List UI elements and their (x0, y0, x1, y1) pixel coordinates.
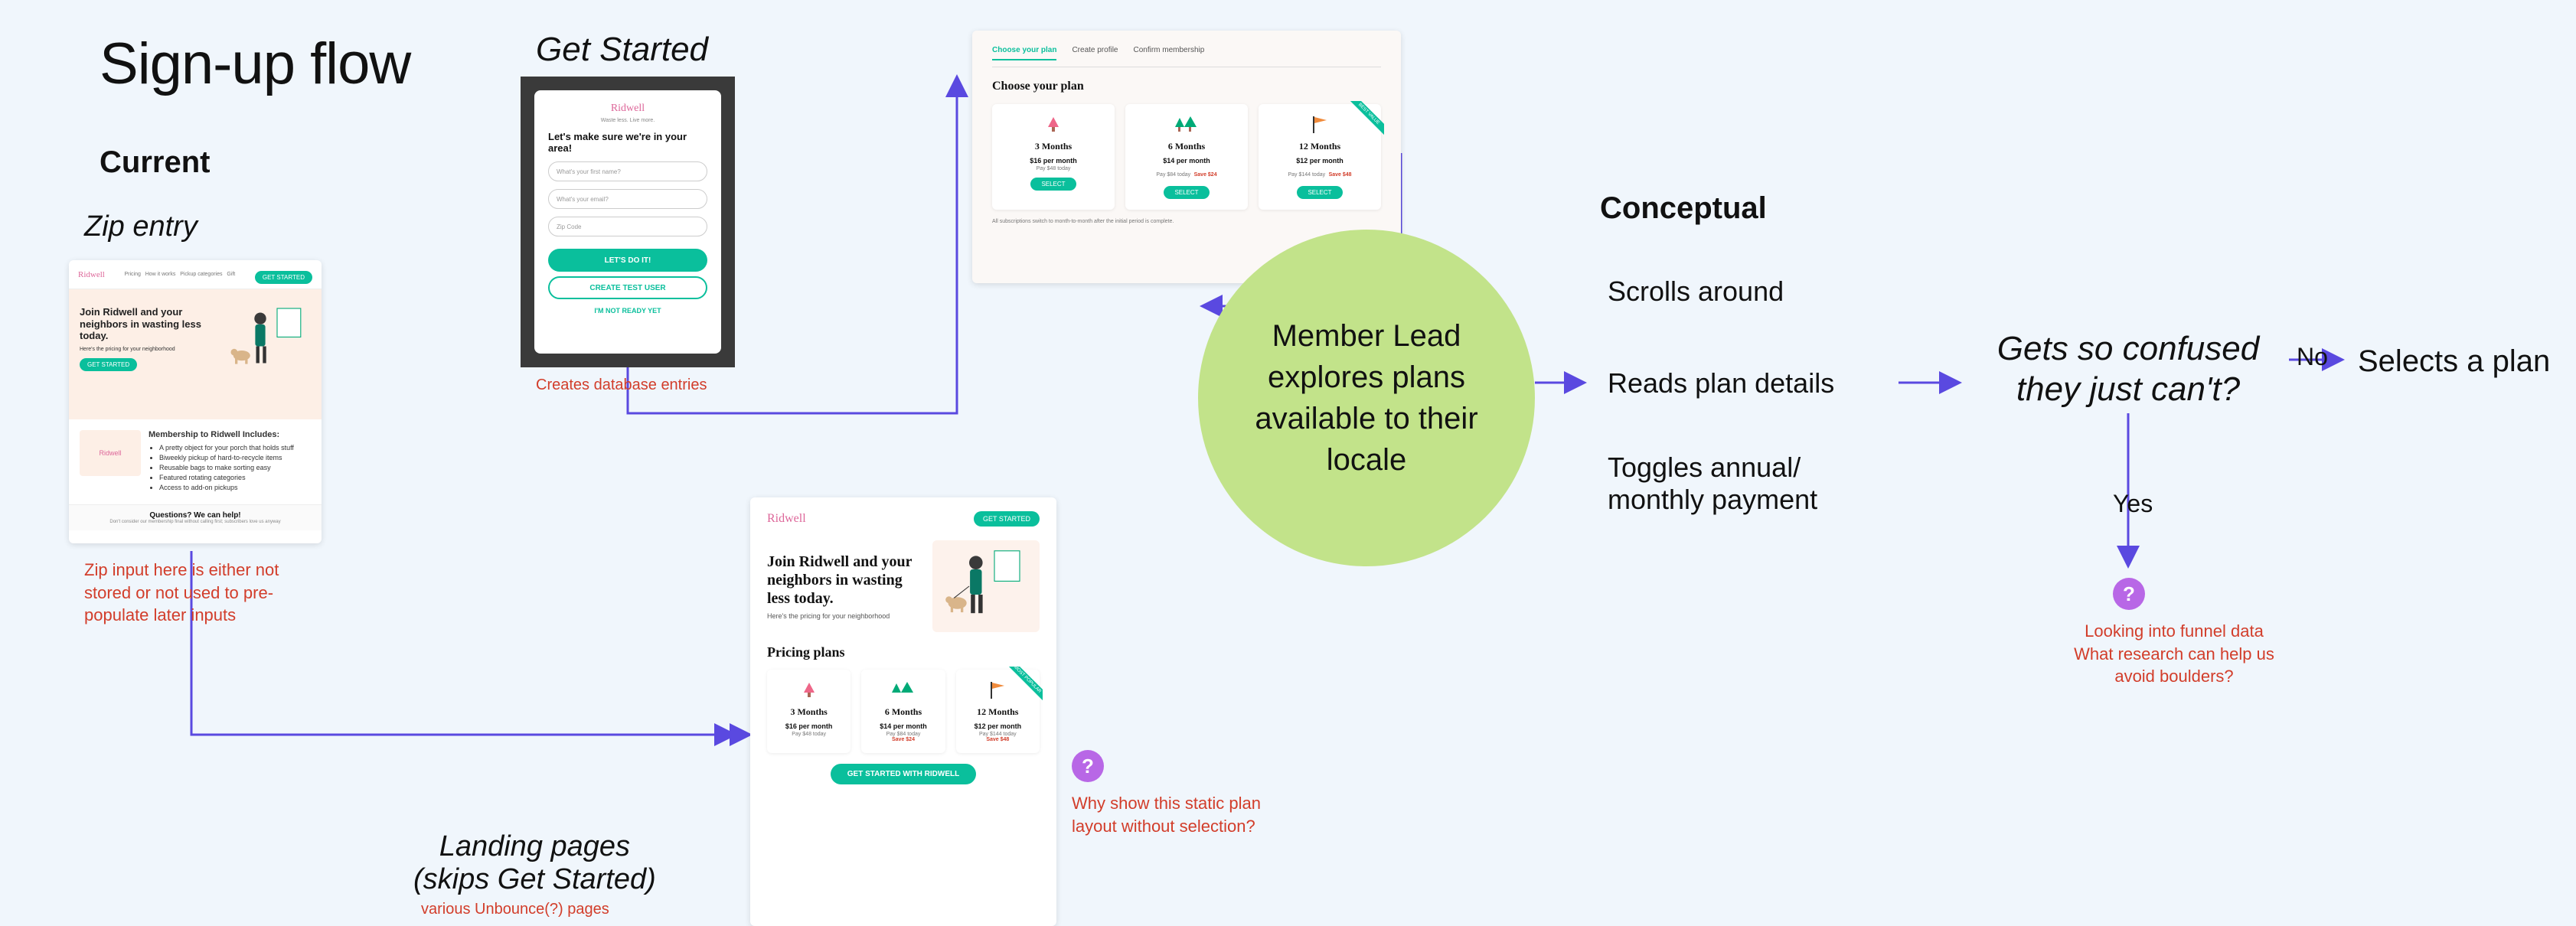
tab-confirm[interactable]: Confirm membership (1133, 46, 1204, 60)
gs-test-button[interactable]: CREATE TEST USER (548, 276, 707, 299)
mock-get-started: Ridwell Waste less. Live more. Let's mak… (521, 77, 735, 367)
node-selects: Selects a plan (2358, 344, 2550, 379)
node-toggles: Toggles annual/ monthly payment (1608, 452, 1817, 516)
mock-landing-page: Ridwell GET STARTED Join Ridwell and you… (750, 497, 1056, 926)
land-sub: Here's the pricing for your neighborhood (767, 612, 923, 620)
section-current: Current (100, 145, 210, 180)
land-plan-12mo: MOST POPULAR 12 Months $12 per month Pay… (956, 670, 1040, 753)
note-landing: various Unbounce(?) pages (421, 899, 609, 920)
zip-foot: Questions? We can help! (149, 511, 240, 520)
gs-tagline: Waste less. Live more. (601, 118, 655, 123)
select-button[interactable]: SELECT (1164, 186, 1209, 199)
plan-6mo[interactable]: 6 Months $14 per month Pay $84 today Sav… (1125, 104, 1248, 210)
zip-headline: Join Ridwell and your neighbors in wasti… (80, 306, 227, 342)
note-funnel: Looking into funnel data What research c… (2052, 620, 2297, 688)
node-reads: Reads plan details (1608, 367, 1834, 399)
land-cta-big[interactable]: GET STARTED WITH RIDWELL (831, 764, 976, 784)
includes-title: Membership to Ridwell Includes: (149, 430, 311, 439)
node-member-lead-circle: Member Lead explores plans available to … (1198, 230, 1535, 566)
tab-profile[interactable]: Create profile (1072, 46, 1118, 60)
land-plan-3mo: 3 Months $16 per month Pay $48 today (767, 670, 851, 753)
plan-footnote: All subscriptions switch to month-to-mon… (992, 219, 1381, 224)
nav-items: Pricing How it works Pickup categories G… (124, 272, 235, 277)
zip-sub: Here's the pricing for your neighborhood (80, 347, 227, 352)
mock-zip-landing: Ridwell Pricing How it works Pickup cate… (69, 260, 322, 543)
land-cta-top[interactable]: GET STARTED (974, 511, 1040, 527)
nav-cta[interactable]: GET STARTED (255, 271, 312, 284)
plan-tabs: Choose your plan Create profile Confirm … (992, 46, 1381, 67)
person-dog-illustration (227, 300, 311, 384)
branch-yes: Yes (2113, 490, 2153, 518)
land-plan-6mo: 6 Months $14 per month Pay $84 today Sav… (861, 670, 945, 753)
gs-zip[interactable]: Zip Code (548, 217, 707, 236)
note-zip: Zip input here is either not stored or n… (84, 559, 314, 627)
gs-submit-button[interactable]: LET'S DO IT! (548, 249, 707, 272)
popular-badge: MOST POPULAR (1001, 667, 1043, 708)
land-pricing-title: Pricing plans (767, 644, 1040, 660)
logo: Ridwell (78, 270, 105, 279)
tree-icon (773, 679, 844, 702)
best-value-badge: BEST VALUE (1343, 101, 1384, 142)
zip-foot-sub: Don't consider our membership final with… (75, 520, 315, 524)
note-gs: Creates database entries (536, 375, 707, 396)
trees-icon (867, 679, 939, 702)
plan-12mo[interactable]: BEST VALUE 12 Months $12 per month Pay $… (1259, 104, 1381, 210)
plan-title: Choose your plan (992, 80, 1381, 93)
tab-choose[interactable]: Choose your plan (992, 46, 1056, 60)
select-button[interactable]: SELECT (1030, 178, 1076, 191)
node-zip-entry-label: Zip entry (84, 210, 198, 243)
note-plan-static: Why show this static plan layout without… (1072, 792, 1271, 837)
question-icon: ? (1072, 750, 1104, 782)
trees-icon (1131, 113, 1242, 136)
select-button[interactable]: SELECT (1297, 186, 1342, 199)
question-icon: ? (2113, 578, 2145, 610)
node-confused: Gets so confused they just can't? (1975, 329, 2281, 410)
node-get-started-label: Get Started (536, 31, 708, 69)
gs-headline: Let's make sure we're in your area! (548, 131, 707, 154)
land-logo: Ridwell (767, 512, 806, 526)
diagram-title: Sign-up flow (100, 31, 410, 97)
branch-no: No (2297, 343, 2328, 371)
tree-icon (998, 113, 1108, 136)
gs-email[interactable]: What's your email? (548, 189, 707, 209)
node-landing-label: Landing pages (skips Get Started) (413, 830, 656, 896)
zip-hero-cta[interactable]: GET STARTED (80, 358, 137, 371)
person-dog-illustration (932, 540, 1040, 632)
gs-first-name[interactable]: What's your first name? (548, 161, 707, 181)
land-headline: Join Ridwell and your neighbors in wasti… (767, 553, 923, 608)
gs-notready-link[interactable]: I'M NOT READY YET (594, 307, 661, 315)
plan-3mo[interactable]: 3 Months $16 per month Pay $48 today SEL… (992, 104, 1115, 210)
gs-logo: Ridwell (611, 103, 645, 115)
node-scrolls: Scrolls around (1608, 276, 1784, 308)
includes-list: A pretty object for your porch that hold… (149, 444, 311, 491)
section-conceptual: Conceptual (1600, 191, 1767, 226)
